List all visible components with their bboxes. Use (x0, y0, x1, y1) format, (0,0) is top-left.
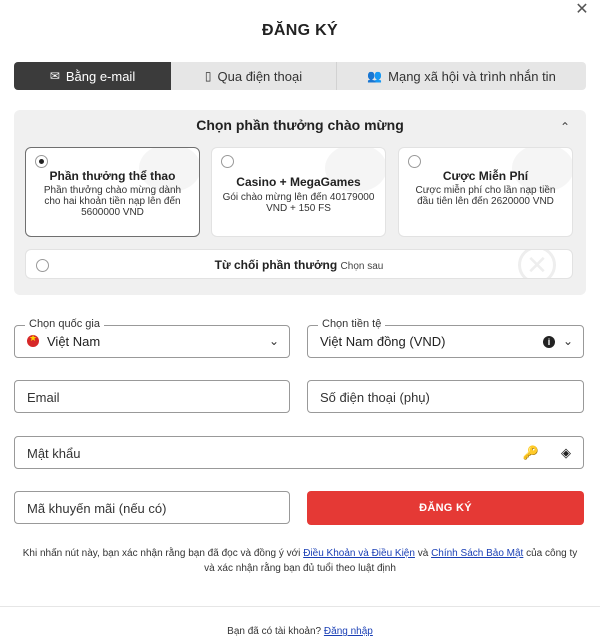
password-placeholder: Mật khẩu (27, 446, 81, 461)
currency-value: Việt Nam đồng (VND) (320, 334, 446, 349)
dialog-title: ĐĂNG KÝ (262, 22, 338, 39)
privacy-link[interactable]: Chính Sách Bảo Mật (431, 548, 523, 559)
bonus-radio-freebet[interactable] (408, 155, 421, 168)
tab-email-label: Bằng e-mail (65, 68, 136, 84)
phone-field[interactable]: Số điện thoại (phụ) (307, 380, 584, 413)
login-question: Bạn đã có tài khoản? (227, 626, 322, 637)
bonus-radio-casino[interactable] (221, 155, 234, 168)
tab-social-label: Mạng xã hội và trình nhắn tin (388, 68, 556, 84)
eye-hidden-icon[interactable]: ◈ (561, 445, 571, 461)
country-value-wrap: Việt Nam (27, 333, 101, 349)
terms-notice: Khi nhấn nút này, bạn xác nhận rằng bạn … (20, 546, 580, 576)
bonus-panel-title: Chọn phần thưởng chào mừng (196, 117, 404, 133)
register-button[interactable]: ĐĂNG KÝ (307, 491, 584, 525)
email-field[interactable]: Email (14, 380, 290, 413)
promo-code-field[interactable]: Mã khuyến mãi (nếu có) (14, 491, 290, 524)
terms-mid: và (417, 548, 429, 559)
bonus-card-desc: Phần thưởng chào mừng dành cho hai khoản… (43, 185, 182, 218)
currency-select[interactable]: Chọn tiền tệ Việt Nam đồng (VND) i ⌄ (307, 318, 584, 358)
tab-email[interactable]: ✉ Bằng e-mail (14, 62, 171, 90)
promo-placeholder: Mã khuyến mãi (nếu có) (27, 501, 167, 516)
bonus-card-casino[interactable]: Casino + MegaGames Gói chào mừng lên đến… (211, 147, 386, 237)
x-circle-decoration-icon: ✕ (518, 250, 556, 278)
phone-placeholder: Số điện thoại (phụ) (320, 390, 430, 405)
envelope-icon: ✉ (49, 69, 60, 83)
bonus-card-desc: Cược miễn phí cho lần nạp tiền đầu tiên … (415, 185, 556, 207)
bonus-card-sports[interactable]: Phần thưởng thể thao Phần thưởng chào mừ… (25, 147, 200, 237)
decline-text: Từ chối phần thưởng Chọn sau (26, 258, 572, 272)
registration-method-tabs: ✉ Bằng e-mail ▯ Qua điện thoại 👥 Mạng xã… (14, 62, 586, 90)
chevron-down-icon: ⌄ (562, 334, 573, 348)
chevron-up-icon[interactable]: ⌃ (560, 120, 570, 134)
tab-phone[interactable]: ▯ Qua điện thoại (171, 62, 337, 90)
country-value: Việt Nam (47, 334, 101, 349)
login-link[interactable]: Đăng nhập (324, 626, 373, 637)
bonus-radio-sports[interactable] (35, 155, 48, 168)
password-field[interactable]: Mật khẩu 🔑 ◈ (14, 436, 584, 469)
vietnam-flag-icon (27, 333, 39, 347)
users-icon: 👥 (367, 69, 383, 83)
email-placeholder: Email (27, 390, 60, 405)
tab-social[interactable]: 👥 Mạng xã hội và trình nhắn tin (337, 62, 586, 90)
chevron-down-icon: ⌄ (268, 334, 279, 348)
terms-prefix: Khi nhấn nút này, bạn xác nhận rằng bạn … (22, 548, 301, 559)
bonus-card-freebet[interactable]: Cược Miễn Phí Cược miễn phí cho lần nạp … (398, 147, 573, 237)
key-icon[interactable]: 🔑 (523, 445, 539, 461)
terms-link[interactable]: Điều Khoản và Điều Kiện (303, 548, 415, 559)
country-select[interactable]: Chọn quốc gia Việt Nam ⌄ (14, 318, 290, 358)
login-prompt: Bạn đã có tài khoản? Đăng nhập (0, 626, 600, 637)
decline-label: Từ chối phần thưởng (214, 258, 338, 272)
decline-later-label: Chọn sau (340, 261, 384, 272)
close-icon[interactable]: ✕ (574, 2, 590, 18)
country-label: Chọn quốc gia (25, 318, 104, 330)
decline-bonus-option[interactable]: Từ chối phần thưởng Chọn sau ✕ (25, 249, 573, 279)
currency-label: Chọn tiền tệ (318, 318, 386, 330)
bonus-card-title: Casino + MegaGames (236, 175, 361, 189)
bonus-card-desc: Gói chào mừng lên đến 40179000 VND + 150… (222, 192, 375, 214)
welcome-bonus-panel: Chọn phần thưởng chào mừng ⌃ Phần thưởng… (14, 110, 586, 295)
phone-icon: ▯ (204, 69, 212, 83)
tab-phone-label: Qua điện thoại (217, 68, 303, 84)
info-icon[interactable]: i (543, 336, 555, 348)
registration-dialog: ✕ ĐĂNG KÝ ✉ Bằng e-mail ▯ Qua điện thoại… (0, 0, 600, 642)
bonus-card-title: Cược Miễn Phí (442, 169, 529, 183)
footer-divider (0, 606, 600, 607)
bonus-card-title: Phần thưởng thể thao (49, 169, 176, 183)
